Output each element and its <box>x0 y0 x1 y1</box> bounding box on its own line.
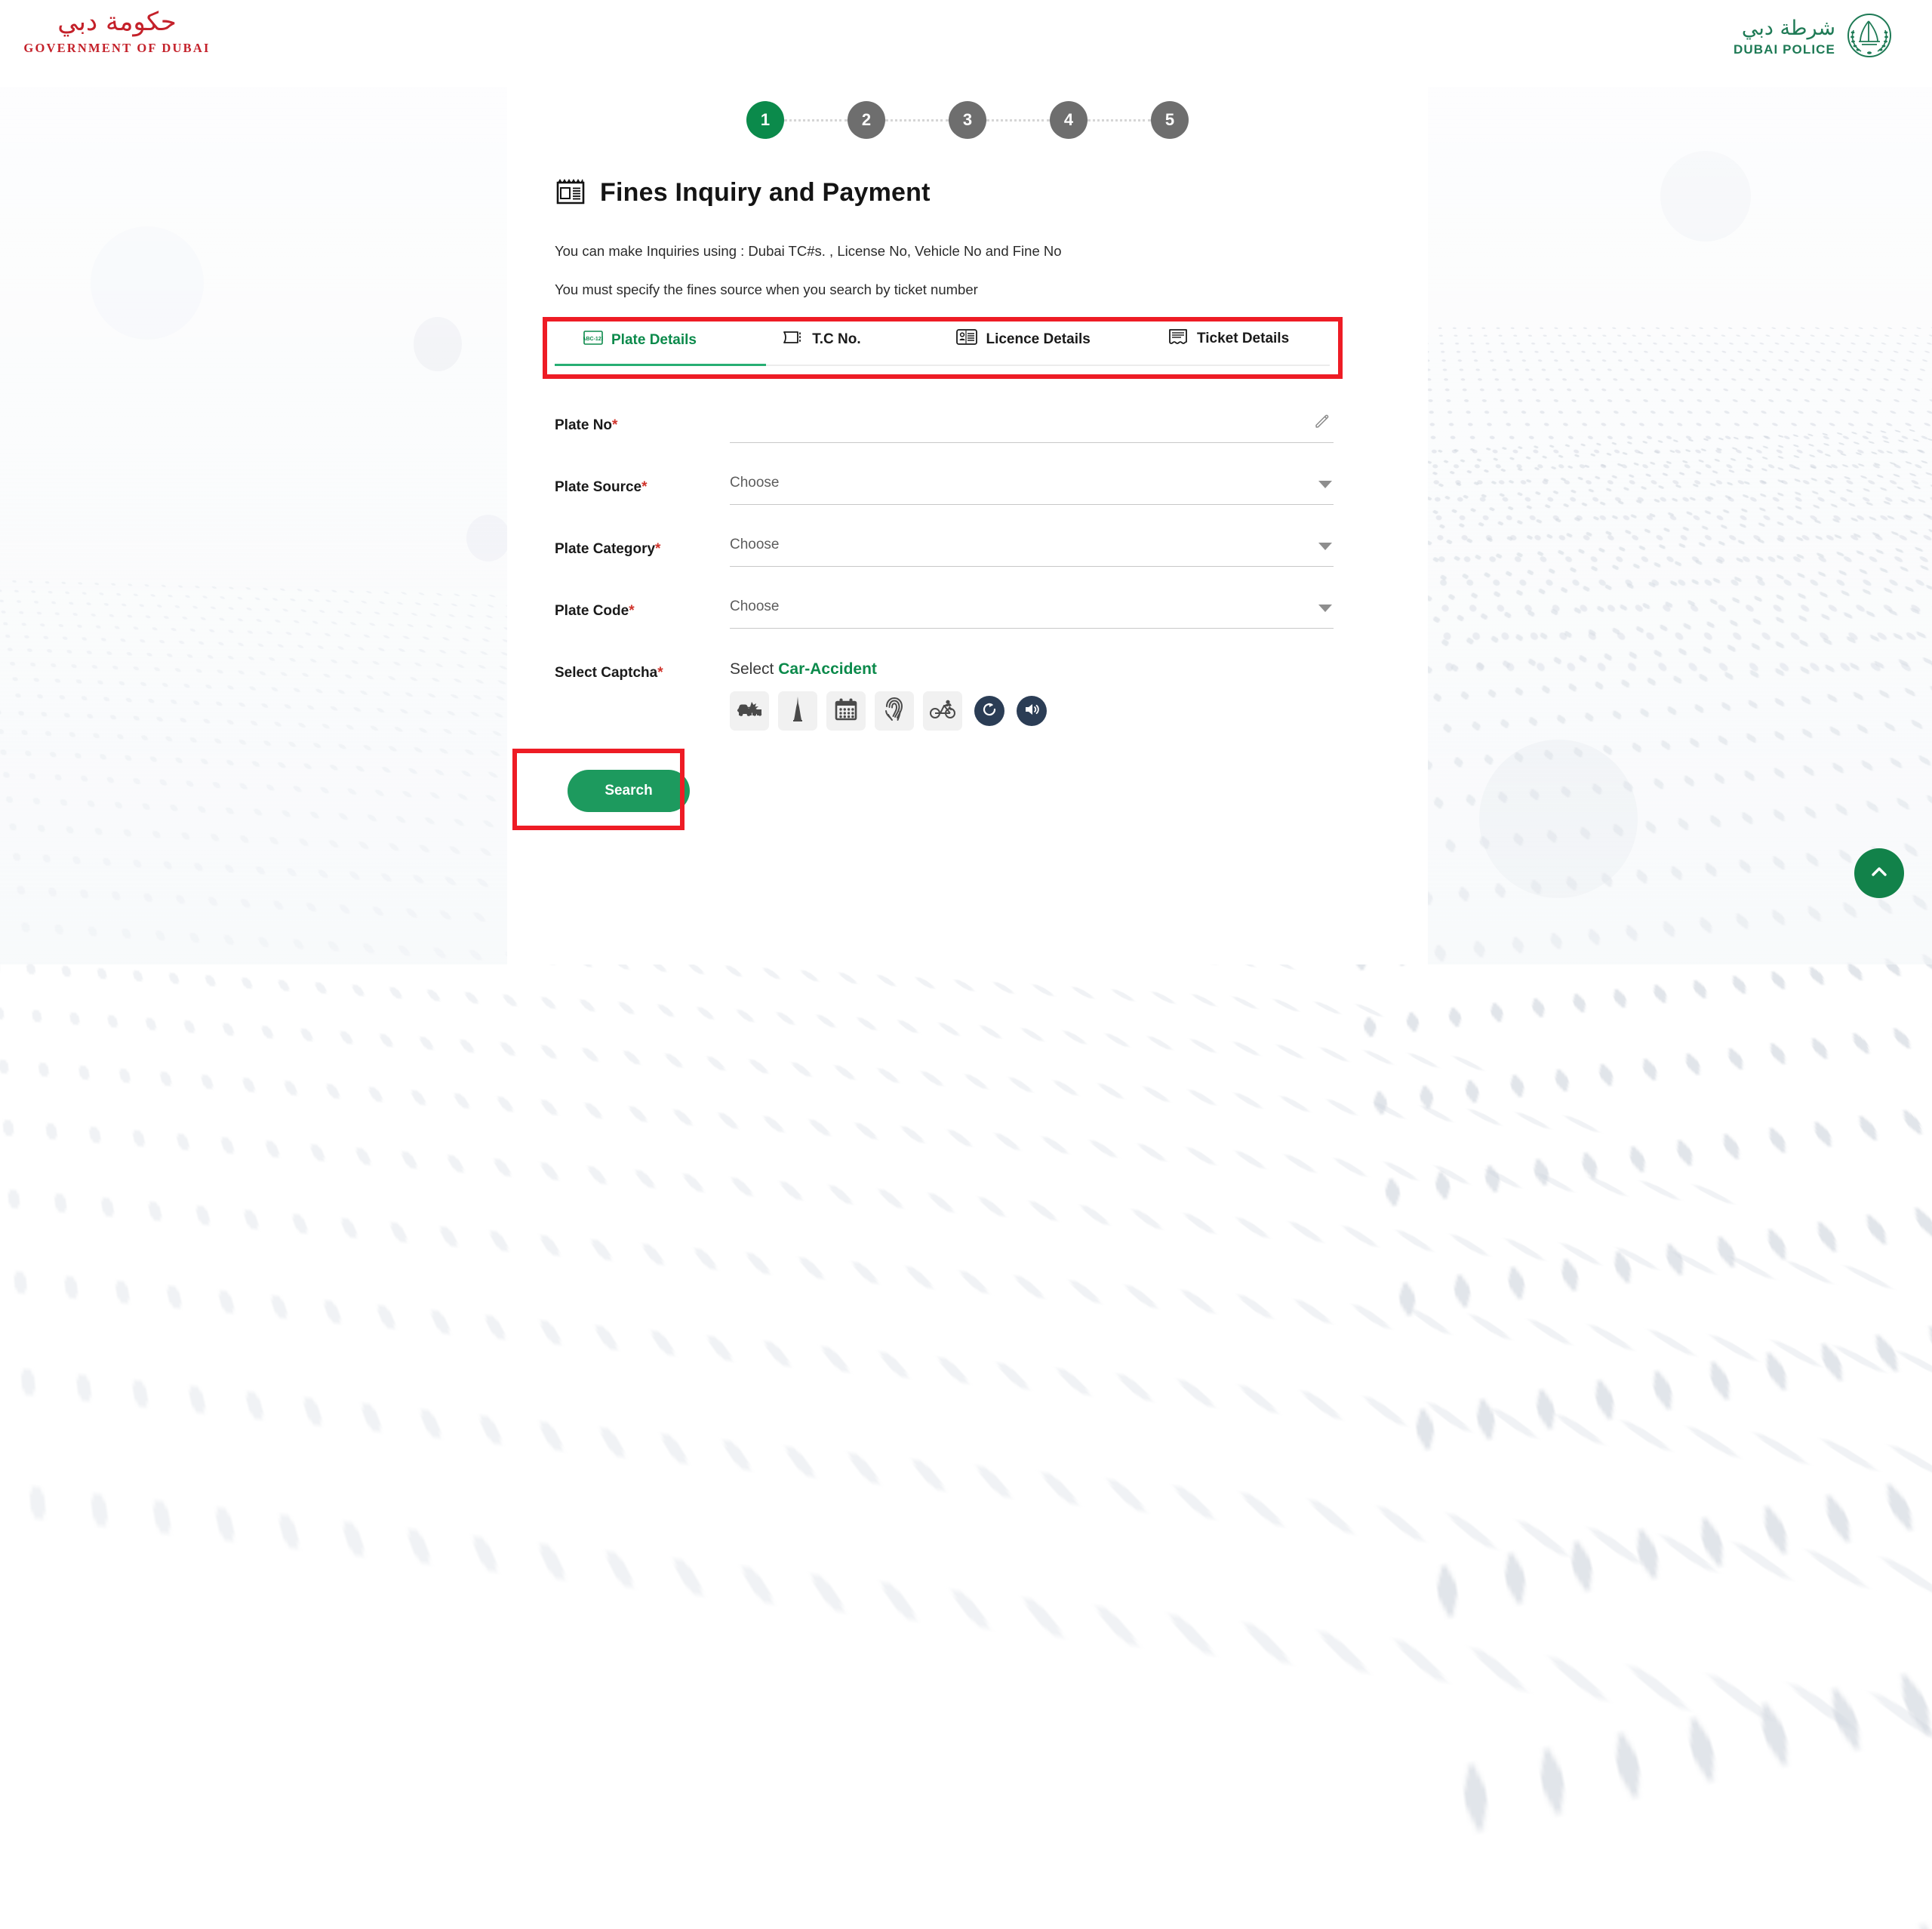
search-button-wrapper: Search <box>512 749 727 830</box>
required-marker: * <box>657 665 663 681</box>
required-marker: * <box>655 541 661 557</box>
plate-category-select[interactable]: Choose <box>730 537 1334 567</box>
fines-inquiry-form: Plate No* Plate Source* Choose Plate Cat… <box>507 413 1428 830</box>
plate-code-select[interactable]: Choose <box>730 598 1334 629</box>
receipt-lines-icon <box>1168 328 1189 349</box>
search-button[interactable]: Search <box>568 770 690 812</box>
step-indicator-2[interactable]: 2 <box>848 101 885 139</box>
captcha-tile-calendar[interactable] <box>826 691 866 731</box>
field-row-plate-source: Plate Source* Choose <box>555 475 1428 505</box>
description-line-1: You can make Inquiries using : Dubai TC#… <box>555 243 1062 259</box>
captcha-tile-list <box>730 691 1334 731</box>
step-indicator-5[interactable]: 5 <box>1151 101 1189 139</box>
calendar-icon <box>834 697 858 725</box>
government-of-dubai-logo: حكومة دبي GOVERNMENT OF DUBAI <box>23 9 211 56</box>
ticket-icon <box>783 330 804 349</box>
step-connector <box>1088 118 1151 122</box>
gov-logo-arabic: حكومة دبي <box>57 7 177 37</box>
label-plate-no: Plate No* <box>555 413 730 434</box>
chevron-up-icon <box>1868 860 1890 887</box>
captcha-prompt-prefix: Select <box>730 660 774 678</box>
control-plate-source: Choose <box>730 475 1334 505</box>
dubai-police-logo: شرطة دبي DUBAI POLICE <box>1734 12 1893 63</box>
receipt-icon <box>555 175 586 211</box>
label-plate-source: Plate Source* <box>555 475 730 496</box>
field-row-plate-no: Plate No* <box>555 413 1428 443</box>
label-select-captcha-text: Select Captcha <box>555 665 658 681</box>
step-indicator-3[interactable]: 3 <box>949 101 986 139</box>
control-plate-no <box>730 413 1334 443</box>
refresh-icon <box>981 701 998 721</box>
step-indicator-4[interactable]: 4 <box>1050 101 1088 139</box>
plate-category-value: Choose <box>730 537 780 552</box>
field-row-captcha: Select Captcha* Select Car-Accident <box>555 660 1428 731</box>
step-indicator-1[interactable]: 1 <box>746 101 784 139</box>
captcha-prompt: Select Car-Accident <box>730 660 1334 678</box>
label-plate-category-text: Plate Category <box>555 541 656 557</box>
car-accident-icon <box>737 700 762 723</box>
label-plate-source-text: Plate Source <box>555 479 642 495</box>
control-plate-category: Choose <box>730 537 1334 567</box>
chevron-down-icon[interactable] <box>1318 543 1332 550</box>
svg-text:ABC-123: ABC-123 <box>583 337 603 342</box>
captcha-tile-fingerprint[interactable] <box>875 691 914 731</box>
dubai-police-emblem-icon <box>1846 12 1893 63</box>
tab-label-ticket-details: Ticket Details <box>1196 331 1290 346</box>
page-title: Fines Inquiry and Payment <box>600 178 931 207</box>
search-type-tabs-wrapper: ABC-123 Plate Details T.C No. Licence De… <box>543 317 1343 379</box>
speaker-icon <box>1023 701 1040 721</box>
page-title-row: Fines Inquiry and Payment <box>555 175 1428 211</box>
description-line-2: You must specify the fines source when y… <box>555 282 978 297</box>
step-connector <box>986 118 1050 122</box>
required-marker: * <box>629 603 635 619</box>
label-select-captcha: Select Captcha* <box>555 660 730 731</box>
field-row-plate-code: Plate Code* Choose <box>555 598 1428 629</box>
captcha-audio-button[interactable] <box>1017 696 1047 726</box>
label-plate-category: Plate Category* <box>555 537 730 558</box>
captcha-prompt-target: Car-Accident <box>778 660 877 678</box>
chevron-down-icon[interactable] <box>1318 481 1332 488</box>
site-header: حكومة دبي GOVERNMENT OF DUBAI شرطة دبي D… <box>0 0 1932 87</box>
control-plate-code: Choose <box>730 598 1334 629</box>
plate-no-input[interactable] <box>730 413 1334 443</box>
id-card-icon <box>956 329 978 349</box>
pencil-icon[interactable] <box>1314 413 1331 433</box>
tab-label-plate-details: Plate Details <box>611 331 697 348</box>
captcha-tile-car-accident[interactable] <box>730 691 769 731</box>
required-marker: * <box>612 417 618 433</box>
step-connector <box>784 118 848 122</box>
tab-ticket-details[interactable]: Ticket Details <box>1168 325 1330 365</box>
fingerprint-icon <box>884 697 905 726</box>
gov-logo-english: GOVERNMENT OF DUBAI <box>23 41 211 55</box>
label-plate-code-text: Plate Code <box>555 603 629 619</box>
tab-licence-details[interactable]: Licence Details <box>956 325 1122 365</box>
label-plate-code: Plate Code* <box>555 598 730 620</box>
captcha-tile-bicycle[interactable] <box>923 691 962 731</box>
dubai-police-text: شرطة دبي DUBAI POLICE <box>1734 17 1835 57</box>
plate-source-value: Choose <box>730 475 780 491</box>
required-marker: * <box>641 479 648 495</box>
search-type-tabs: ABC-123 Plate Details T.C No. Licence De… <box>554 325 1330 366</box>
label-plate-no-text: Plate No <box>555 417 613 433</box>
tab-label-tc-no: T.C No. <box>812 331 861 347</box>
tab-label-licence-details: Licence Details <box>986 331 1091 347</box>
license-plate-icon: ABC-123 <box>582 331 605 349</box>
step-connector <box>885 118 949 122</box>
tab-tc-no[interactable]: T.C No. <box>783 326 911 365</box>
plate-source-select[interactable]: Choose <box>730 475 1334 505</box>
chevron-down-icon[interactable] <box>1318 605 1332 612</box>
captcha-refresh-button[interactable] <box>974 696 1004 726</box>
burj-khalifa-tower-icon <box>790 696 805 726</box>
field-row-plate-category: Plate Category* Choose <box>555 537 1428 567</box>
police-logo-english: DUBAI POLICE <box>1733 42 1835 57</box>
police-logo-arabic: شرطة دبي <box>1741 17 1835 41</box>
captcha-widget: Select Car-Accident <box>730 660 1334 731</box>
main-content-card: 1 2 3 4 5 Fines Inquiry and Payment You … <box>507 87 1428 964</box>
captcha-tile-burj-khalifa[interactable] <box>778 691 817 731</box>
bicycle-icon <box>930 700 955 723</box>
tab-plate-details[interactable]: ABC-123 Plate Details <box>554 327 767 366</box>
plate-code-value: Choose <box>730 598 780 614</box>
scroll-to-top-button[interactable] <box>1854 848 1904 898</box>
progress-stepper: 1 2 3 4 5 <box>507 87 1428 139</box>
